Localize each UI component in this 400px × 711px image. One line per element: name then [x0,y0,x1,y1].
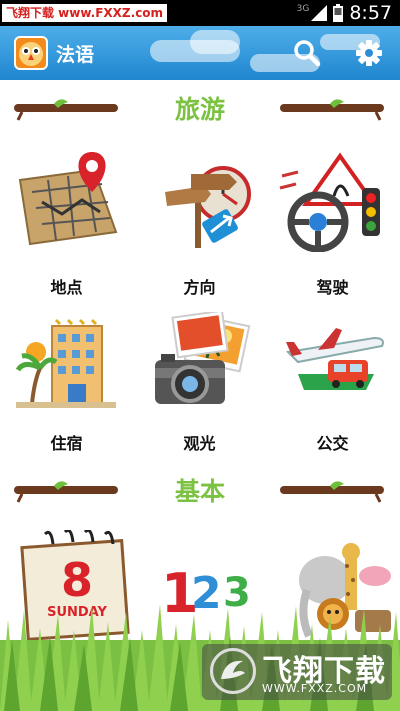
watermark-logo: 飞翔下载 WWW.FXXZ.COM [202,644,392,700]
settings-button[interactable] [352,36,386,70]
camera-icon [154,312,250,404]
search-button[interactable] [290,36,324,70]
grid-item-accommodation[interactable]: 住宿 [0,312,133,457]
calendar-day: 8 [60,553,92,607]
grid-item-label: 方向 [183,278,216,297]
status-icons: 3G 8:57 [297,0,392,26]
app-logo-icon[interactable] [14,36,48,70]
grid-item-directions[interactable]: 方向 [133,152,266,297]
grid-item-transport[interactable]: 公交 [266,312,399,457]
network-type: 3G [296,4,310,14]
steering-wheel-icon [279,152,380,252]
signpost-icon [164,166,251,248]
grid-item-label: 驾驶 [316,278,349,297]
grid-item-label: 公交 [316,434,349,453]
map-pin-icon [18,152,117,246]
watermark-logo-icon [210,648,256,694]
search-icon [294,40,321,67]
gear-icon [356,40,382,66]
page-title: 法语 [56,44,95,66]
grid-item-label: 观光 [183,434,216,453]
transport-icon [285,328,384,390]
section-header-travel: 旅游 [0,90,400,124]
grid-item-label: 住宿 [50,434,83,453]
action-bar: 法语 [0,26,400,80]
hotel-icon [15,318,116,408]
grid-item-places[interactable]: 地点 [0,152,133,297]
status-bar: 飞翔下载 www.FXXZ.com 3G 8:57 [0,0,400,26]
branch-right-icon [280,481,384,503]
grid-item-driving[interactable]: 驾驶 [266,152,399,297]
grid-item-sightseeing[interactable]: 观光 [133,312,266,457]
branch-right-icon [280,99,384,121]
section-header-basic: 基本 [0,472,400,506]
battery-icon [333,4,344,22]
watermark-label: 飞翔下载 www.FXXZ.com [2,4,168,22]
grid-item-label: 地点 [50,278,83,297]
clock: 8:57 [349,2,392,24]
signal-icon [311,5,328,21]
watermark-logo-url: WWW.FXXZ.COM [262,682,368,695]
